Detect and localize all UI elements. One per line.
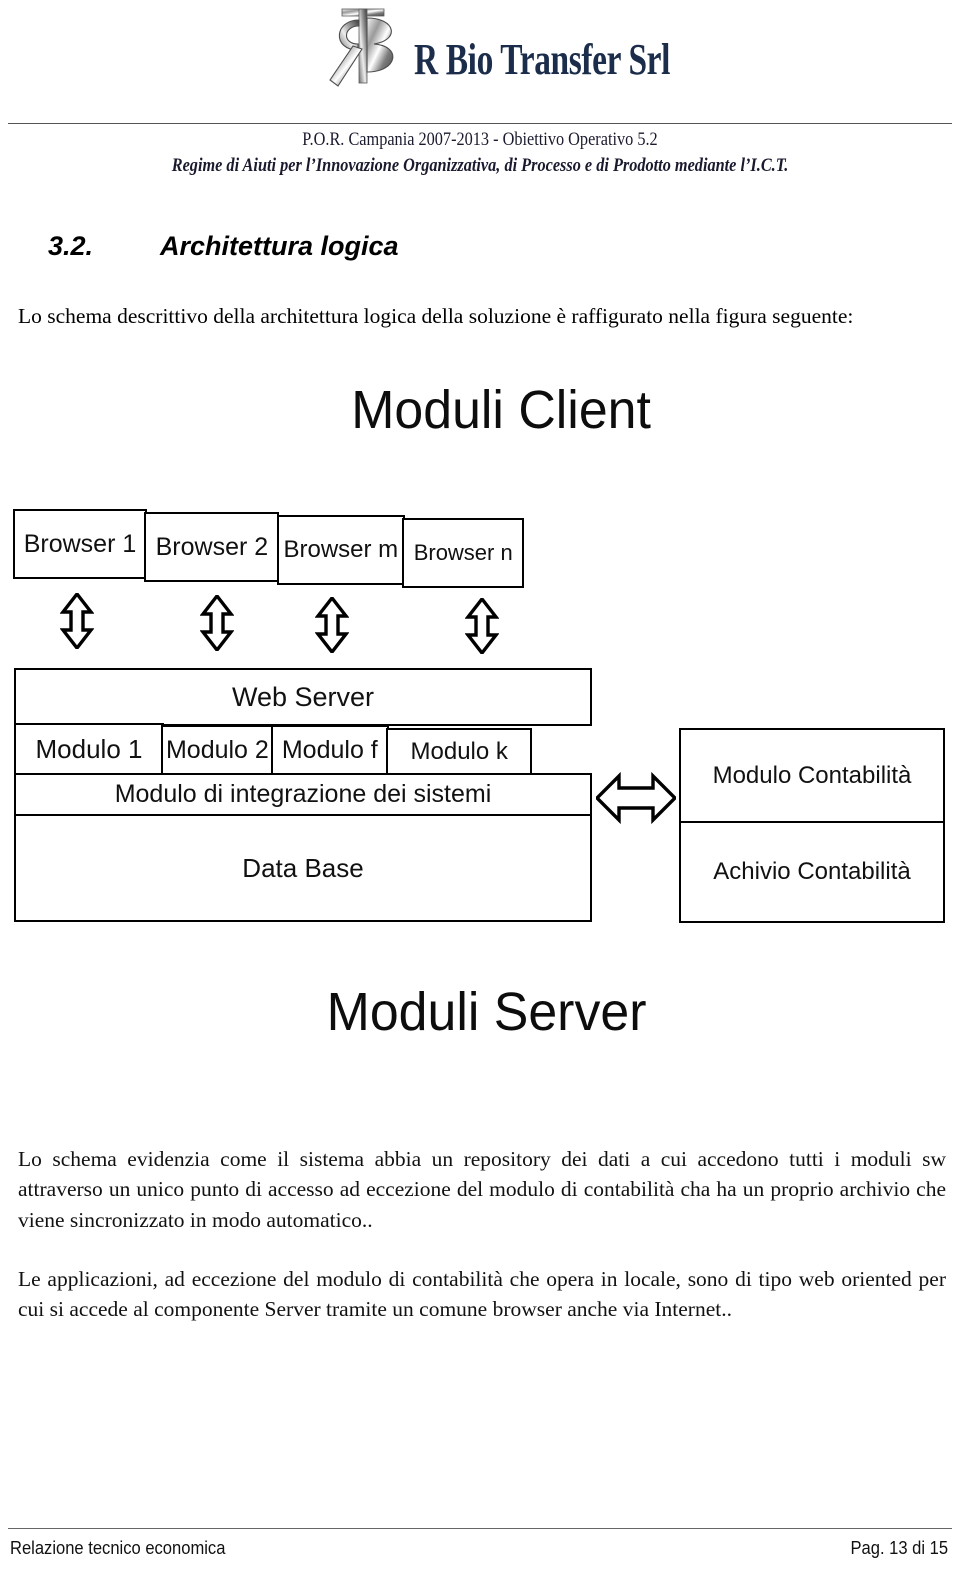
modulo-box-f: Modulo f (270, 725, 389, 776)
browser-box-m: Browser m (276, 515, 405, 585)
double-arrow-vertical-icon (464, 596, 500, 656)
modulo-contabilita-box: Modulo Contabilità (679, 728, 945, 824)
diagram-label-moduli-server: Moduli Server (326, 982, 647, 1042)
company-logo: R Bio Transfer Srl (322, 4, 670, 100)
architecture-diagram: Moduli Client Browser 1 Browser 2 Browse… (0, 360, 960, 1060)
rb-monogram-icon (322, 6, 418, 98)
double-arrow-vertical-icon (59, 591, 95, 651)
double-arrow-horizontal-icon (594, 770, 678, 826)
web-server-band: Web Server (14, 668, 592, 726)
document-header: R Bio Transfer Srl P.O.R. Campania 2007-… (0, 0, 960, 190)
browser-box-n: Browser n (402, 518, 525, 588)
double-arrow-vertical-icon (199, 593, 235, 653)
body-paragraph-2: Le applicazioni, ad eccezione del modulo… (18, 1266, 946, 1322)
browser-box-2: Browser 2 (144, 512, 280, 582)
logo-wordmark: R Bio Transfer Srl (414, 35, 671, 84)
footer-document-name: Relazione tecnico economica (10, 1538, 226, 1558)
page-title: 3.2. Architettura logica (48, 231, 399, 262)
section-number: 3.2. (48, 231, 94, 262)
body-paragraph-1: Lo schema evidenzia come il sistema abbi… (18, 1146, 946, 1232)
footer-page-number: Pag. 13 di 15 (850, 1538, 948, 1558)
modulo-box-2: Modulo 2 (161, 725, 274, 776)
contabilita-stack: Modulo Contabilità Achivio Contabilità (679, 728, 945, 924)
integration-module-band: Modulo di integrazione dei sistemi (14, 772, 592, 817)
section-title-text: Architettura logica (160, 231, 399, 262)
browser-box-1: Browser 1 (13, 509, 147, 579)
modulo-box-1: Modulo 1 (14, 723, 164, 776)
header-subtitle-line: Regime di Aiuti per l’Innovazione Organi… (171, 156, 789, 176)
intro-paragraph: Lo schema descrittivo della architettura… (18, 303, 854, 328)
header-program-line: P.O.R. Campania 2007-2013 - Obiettivo Op… (302, 130, 658, 150)
client-browser-row: Browser 1 Browser 2 Browser m Browser n (13, 509, 525, 588)
modulo-box-k: Modulo k (386, 728, 533, 776)
database-band: Data Base (14, 814, 592, 923)
achivio-contabilita-box: Achivio Contabilità (679, 821, 945, 924)
footer-divider (8, 1528, 952, 1529)
diagram-label-moduli-client: Moduli Client (351, 380, 651, 440)
double-arrow-vertical-icon (314, 595, 350, 655)
modulo-row: Modulo 1 Modulo 2 Modulo f Modulo k (14, 723, 592, 776)
header-divider (8, 123, 952, 124)
server-stack: Web Server Modulo 1 Modulo 2 Modulo f Mo… (14, 668, 592, 923)
